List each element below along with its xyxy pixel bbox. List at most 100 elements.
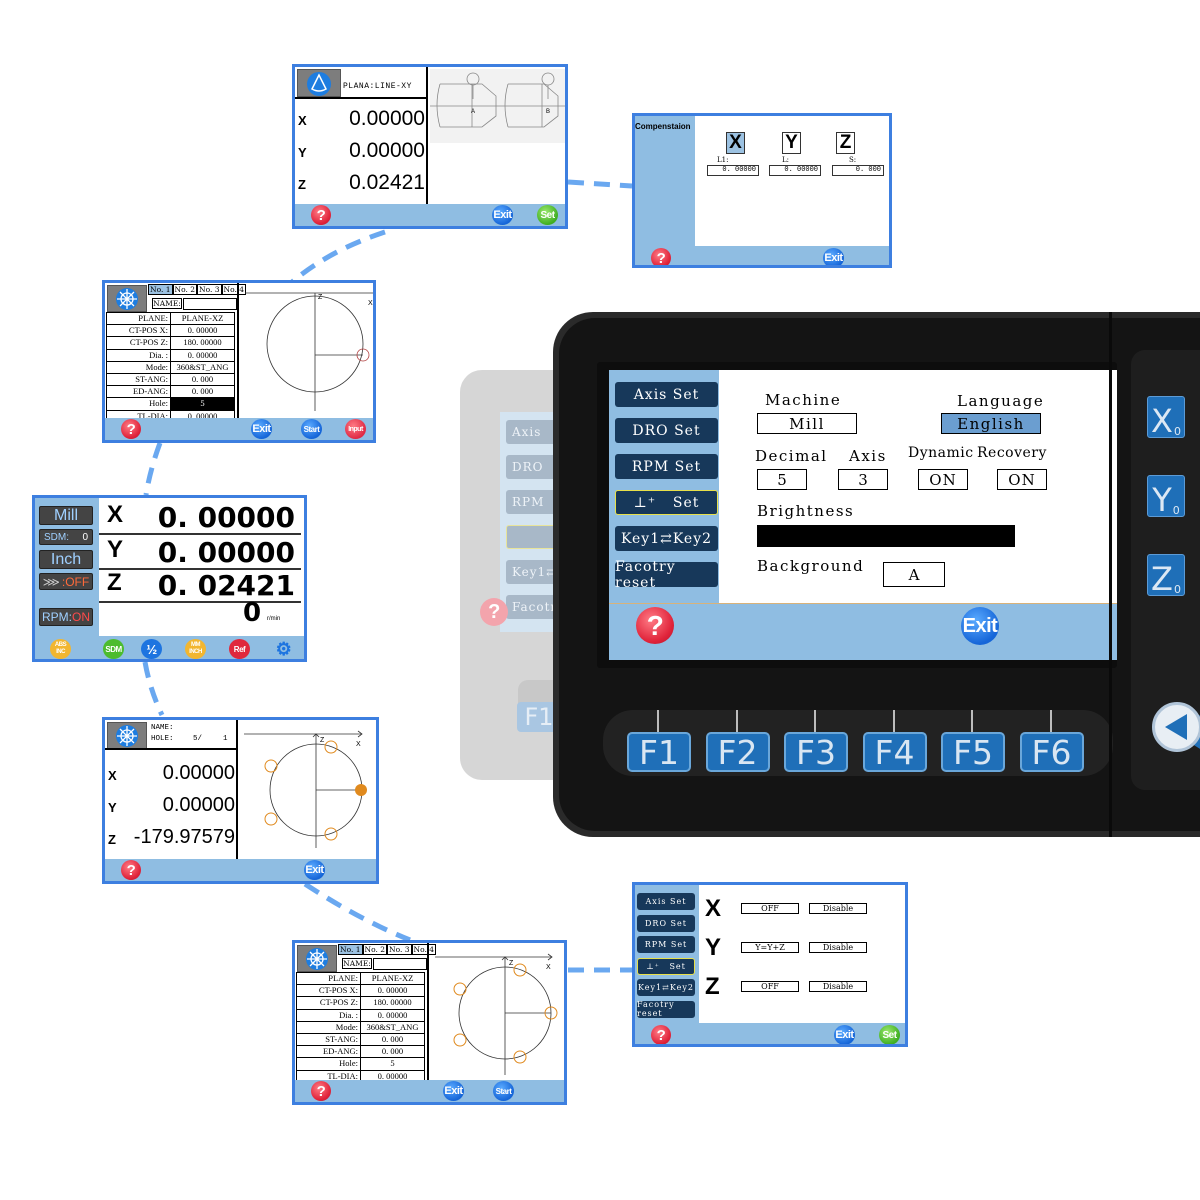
start-button[interactable]: Start — [301, 419, 322, 439]
s-input[interactable]: 0. 000 — [832, 165, 884, 176]
help-button[interactable]: ? — [651, 1025, 671, 1044]
param-value[interactable]: 0. 00000 — [360, 1008, 425, 1022]
tab-no-1[interactable]: No. 1 — [148, 284, 173, 295]
param-value[interactable]: 0. 000 — [360, 1032, 425, 1047]
menu-item[interactable]: Key1⇄Key2 — [637, 979, 695, 996]
param-value[interactable]: PLANE-XZ — [360, 971, 425, 986]
param-value[interactable]: 5 — [360, 1057, 425, 1071]
name-input[interactable] — [373, 958, 427, 970]
param-value[interactable]: PLANE-XZ — [170, 311, 235, 326]
machine-select[interactable]: Mill — [757, 413, 857, 434]
axis-z-select[interactable]: Z — [836, 132, 855, 154]
brightness-slider[interactable] — [757, 525, 1015, 547]
set-button[interactable]: Set — [879, 1025, 900, 1044]
menu-item[interactable]: ⊥⁺ Set — [615, 490, 718, 515]
param-value[interactable]: 0. 00000 — [360, 984, 425, 998]
param-value[interactable]: 0. 000 — [360, 1045, 425, 1059]
ship-wheel-icon-box[interactable] — [107, 722, 147, 749]
exit-button[interactable]: Exit — [823, 248, 844, 265]
l-input[interactable]: 0. 00000 — [769, 165, 821, 176]
axis-state-select[interactable]: Disable — [809, 981, 867, 992]
menu-item[interactable]: RPM Set — [615, 454, 718, 479]
input-button[interactable]: Input — [345, 419, 366, 439]
start-button[interactable]: Start — [493, 1081, 514, 1101]
abs-inc-button[interactable]: ABS INC — [50, 639, 71, 659]
help-button[interactable]: ? — [311, 205, 331, 225]
help-button[interactable]: ? — [636, 607, 674, 644]
menu-item[interactable]: RPM Set — [637, 936, 695, 953]
fkey-6[interactable]: F6 — [1019, 732, 1084, 772]
dynamic-toggle[interactable]: ON — [918, 469, 968, 490]
help-button[interactable]: ? — [121, 419, 141, 439]
param-row: ST-ANG: 0. 000 — [106, 372, 235, 387]
tab-no-2[interactable]: No. 2 — [362, 944, 387, 955]
param-value[interactable]: 180. 00000 — [360, 996, 425, 1010]
ship-wheel-icon-box[interactable] — [107, 285, 147, 312]
exit-button[interactable]: Exit — [961, 607, 999, 645]
connector-line — [290, 229, 386, 284]
fkey-2[interactable]: F2 — [705, 732, 770, 772]
param-value[interactable]: 0. 00000 — [170, 348, 235, 362]
help-button[interactable]: ? — [311, 1081, 331, 1101]
y-zero-key[interactable]: Y0 — [1147, 475, 1185, 517]
fkey-1[interactable]: F1 — [627, 732, 691, 772]
settings-button[interactable]: ⚙ — [273, 639, 294, 659]
param-row: PLANE: PLANE-XZ — [296, 971, 425, 986]
axis-x-select[interactable]: X — [726, 132, 745, 154]
exit-button[interactable]: Exit — [443, 1081, 464, 1101]
fkey-5[interactable]: F5 — [941, 732, 1005, 772]
menu-item[interactable]: DRO Set — [615, 418, 718, 443]
axis-state-select[interactable]: Disable — [809, 903, 867, 914]
tab-no-2[interactable]: No. 2 — [172, 284, 197, 295]
axis-state-select[interactable]: Disable — [809, 942, 867, 953]
left-arrow-button[interactable] — [1152, 702, 1200, 752]
half-button[interactable]: ½ — [141, 639, 162, 659]
axis-mode-select[interactable]: OFF — [741, 981, 799, 992]
set-button[interactable]: Set — [537, 205, 558, 225]
menu-item[interactable]: Facotry reset — [615, 559, 718, 591]
axis-select[interactable]: 3 — [838, 469, 888, 490]
tab-no-3[interactable]: No. 3 — [197, 284, 222, 295]
language-select[interactable]: English — [941, 413, 1041, 434]
param-value[interactable]: 0. 000 — [170, 372, 235, 387]
fkey-3[interactable]: F3 — [784, 732, 848, 772]
menu-item[interactable]: Axis Set — [637, 893, 695, 910]
tab-no-1[interactable]: No. 1 — [338, 944, 363, 955]
param-label: Mode: — [296, 1020, 361, 1034]
exit-button[interactable]: Exit — [492, 205, 513, 225]
sdm-button[interactable]: SDM — [103, 639, 124, 659]
l1-input[interactable]: 0. 00000 — [707, 165, 759, 176]
menu-item[interactable]: DRO Set — [637, 914, 695, 932]
axis-mode-select[interactable]: OFF — [741, 903, 799, 914]
name-input[interactable] — [183, 298, 237, 310]
param-value[interactable]: 360&ST_ANG — [360, 1020, 425, 1034]
param-value[interactable]: 0. 00000 — [170, 324, 235, 338]
x-zero-key[interactable]: X0 — [1147, 396, 1185, 438]
help-button[interactable]: ? — [651, 248, 671, 265]
menu-item[interactable]: ⊥⁺ Set — [637, 957, 695, 975]
ref-button[interactable]: Ref — [229, 639, 250, 659]
decimal-select[interactable]: 5 — [757, 469, 807, 490]
exit-button[interactable]: Exit — [251, 419, 272, 439]
menu-item[interactable]: Axis Set — [615, 382, 718, 407]
fkey-4[interactable]: F4 — [862, 732, 927, 772]
axis-y-select[interactable]: Y — [782, 132, 801, 154]
fkey-guide-line — [814, 710, 816, 732]
z-zero-key[interactable]: Z0 — [1147, 554, 1185, 596]
menu-item[interactable]: Key1⇄Key2 — [615, 526, 718, 551]
param-value[interactable]: 0. 000 — [170, 385, 235, 399]
param-value[interactable]: 5 — [170, 397, 235, 411]
cone-icon-box[interactable] — [297, 69, 341, 97]
menu-item[interactable]: Facotry reset — [637, 1000, 695, 1018]
param-value[interactable]: 180. 00000 — [170, 336, 235, 350]
axis-mode-select[interactable]: Y=Y+Z — [741, 942, 799, 953]
param-value[interactable]: 360&ST_ANG — [170, 360, 235, 374]
background-select[interactable]: A — [883, 562, 945, 587]
exit-button[interactable]: Exit — [304, 860, 325, 880]
exit-button[interactable]: Exit — [834, 1025, 855, 1044]
help-button[interactable]: ? — [121, 860, 141, 880]
recovery-toggle[interactable]: ON — [997, 469, 1047, 490]
mm-inch-button[interactable]: MM INCH — [185, 639, 206, 659]
tab-no-3[interactable]: No. 3 — [387, 944, 412, 955]
ship-wheel-icon-box[interactable] — [297, 945, 337, 972]
